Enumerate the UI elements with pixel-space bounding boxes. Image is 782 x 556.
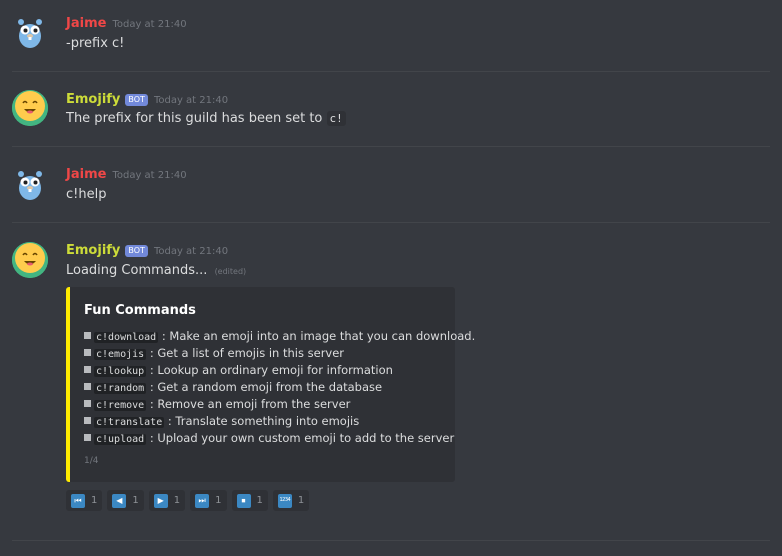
message-divider <box>12 540 770 541</box>
command-description: : Remove an emoji from the server <box>149 397 351 411</box>
message-text: -prefix c! <box>66 36 125 51</box>
timestamp: Today at 21:40 <box>112 19 187 30</box>
gopher-icon <box>18 19 42 48</box>
next-icon: ▶ <box>153 493 168 508</box>
command-item: c!translate : Translate something into e… <box>84 413 475 430</box>
message-text-body: Loading Commands... <box>66 263 208 278</box>
stop-icon: ⏹ <box>236 493 251 508</box>
emoji-face-icon <box>12 90 48 126</box>
command-code: c!emojis <box>94 349 147 360</box>
message-text: Loading Commands... (edited) <box>66 263 246 278</box>
reaction-count: 1 <box>297 495 305 506</box>
message-divider <box>12 222 770 223</box>
timestamp: Today at 21:40 <box>112 170 187 181</box>
reaction-stop[interactable]: ⏹ 1 <box>231 490 268 511</box>
last-page-icon: ⏭ <box>195 493 210 508</box>
user-avatar-jaime[interactable] <box>12 14 48 50</box>
command-list: c!download : Make an emoji into an image… <box>84 328 475 447</box>
reaction-count: 1 <box>132 495 139 506</box>
bot-badge: BOT <box>125 245 148 257</box>
reaction-bar: ⏮ 1 ◀ 1 ▶ 1 ⏭ 1 ⏹ 1 1234 1 <box>66 490 314 511</box>
message-header: Emojify BOT Today at 21:40 <box>66 92 228 110</box>
command-code: c!upload <box>94 434 147 445</box>
bot-badge: BOT <box>125 94 148 106</box>
reaction-count: 1 <box>173 495 181 506</box>
bot-avatar-emojify[interactable] <box>12 90 48 126</box>
square-bullet-icon <box>84 349 91 356</box>
command-code: c!download <box>94 332 159 343</box>
author-name[interactable]: Jaime <box>66 16 106 31</box>
timestamp: Today at 21:40 <box>153 95 229 106</box>
command-code: c!random <box>94 383 147 394</box>
message-header: Emojify BOT Today at 21:40 <box>66 243 228 261</box>
reaction-numbers[interactable]: 1234 1 <box>272 490 310 511</box>
square-bullet-icon <box>84 366 91 373</box>
edited-label: (edited) <box>214 267 247 276</box>
timestamp: Today at 21:40 <box>153 246 229 257</box>
command-description: : Get a random emoji from the database <box>149 380 383 394</box>
message-divider <box>12 71 770 72</box>
message-header: Jaime Today at 21:40 <box>66 16 187 34</box>
bot-avatar-emojify[interactable] <box>12 242 48 278</box>
author-name[interactable]: Emojify <box>66 243 120 258</box>
reaction-count: 1 <box>215 495 222 506</box>
square-bullet-icon <box>84 417 91 424</box>
command-item: c!remove : Remove an emoji from the serv… <box>84 396 475 413</box>
square-bullet-icon <box>84 383 91 390</box>
embed-footer: 1/4 <box>84 456 99 466</box>
user-avatar-jaime[interactable] <box>12 166 48 202</box>
command-item: c!download : Make an emoji into an image… <box>84 328 475 345</box>
reaction-previous[interactable]: ◀ 1 <box>107 490 144 511</box>
square-bullet-icon <box>84 400 91 407</box>
previous-icon: ◀ <box>112 493 127 508</box>
command-description: : Lookup an ordinary emoji for informati… <box>149 363 393 377</box>
command-code: c!translate <box>94 417 165 428</box>
message-text: The prefix for this guild has been set t… <box>66 111 346 126</box>
gopher-icon <box>18 171 42 200</box>
command-item: c!random : Get a random emoji from the d… <box>84 379 475 396</box>
reaction-next[interactable]: ▶ 1 <box>148 490 186 511</box>
command-description: : Translate something into emojis <box>167 414 360 428</box>
author-name[interactable]: Emojify <box>66 92 120 107</box>
command-description: : Make an emoji into an image that you c… <box>161 329 476 343</box>
reaction-first-page[interactable]: ⏮ 1 <box>66 490 103 511</box>
reaction-count: 1 <box>91 495 98 506</box>
square-bullet-icon <box>84 434 91 441</box>
command-item: c!lookup : Lookup an ordinary emoji for … <box>84 362 475 379</box>
emoji-face-icon <box>12 242 48 278</box>
help-embed: Fun Commands c!download : Make an emoji … <box>66 287 475 482</box>
command-item: c!upload : Upload your own custom emoji … <box>84 430 475 447</box>
inline-code: c! <box>326 111 346 126</box>
command-description: : Get a list of emojis in this server <box>149 346 345 360</box>
command-description: : Upload your own custom emoji to add to… <box>149 431 455 445</box>
first-page-icon: ⏮ <box>71 493 85 508</box>
numbers-icon: 1234 <box>277 493 292 508</box>
message-text-prefix: The prefix for this guild has been set t… <box>66 111 323 126</box>
message-divider <box>12 146 770 147</box>
command-code: c!lookup <box>94 366 147 377</box>
embed-title: Fun Commands <box>84 303 196 318</box>
reaction-last-page[interactable]: ⏭ 1 <box>190 490 227 511</box>
message-header: Jaime Today at 21:40 <box>66 167 187 185</box>
square-bullet-icon <box>84 332 91 339</box>
reaction-count: 1 <box>256 495 263 506</box>
command-item: c!emojis : Get a list of emojis in this … <box>84 345 475 362</box>
command-code: c!remove <box>94 400 147 411</box>
author-name[interactable]: Jaime <box>66 167 106 182</box>
message-text: c!help <box>66 187 107 202</box>
